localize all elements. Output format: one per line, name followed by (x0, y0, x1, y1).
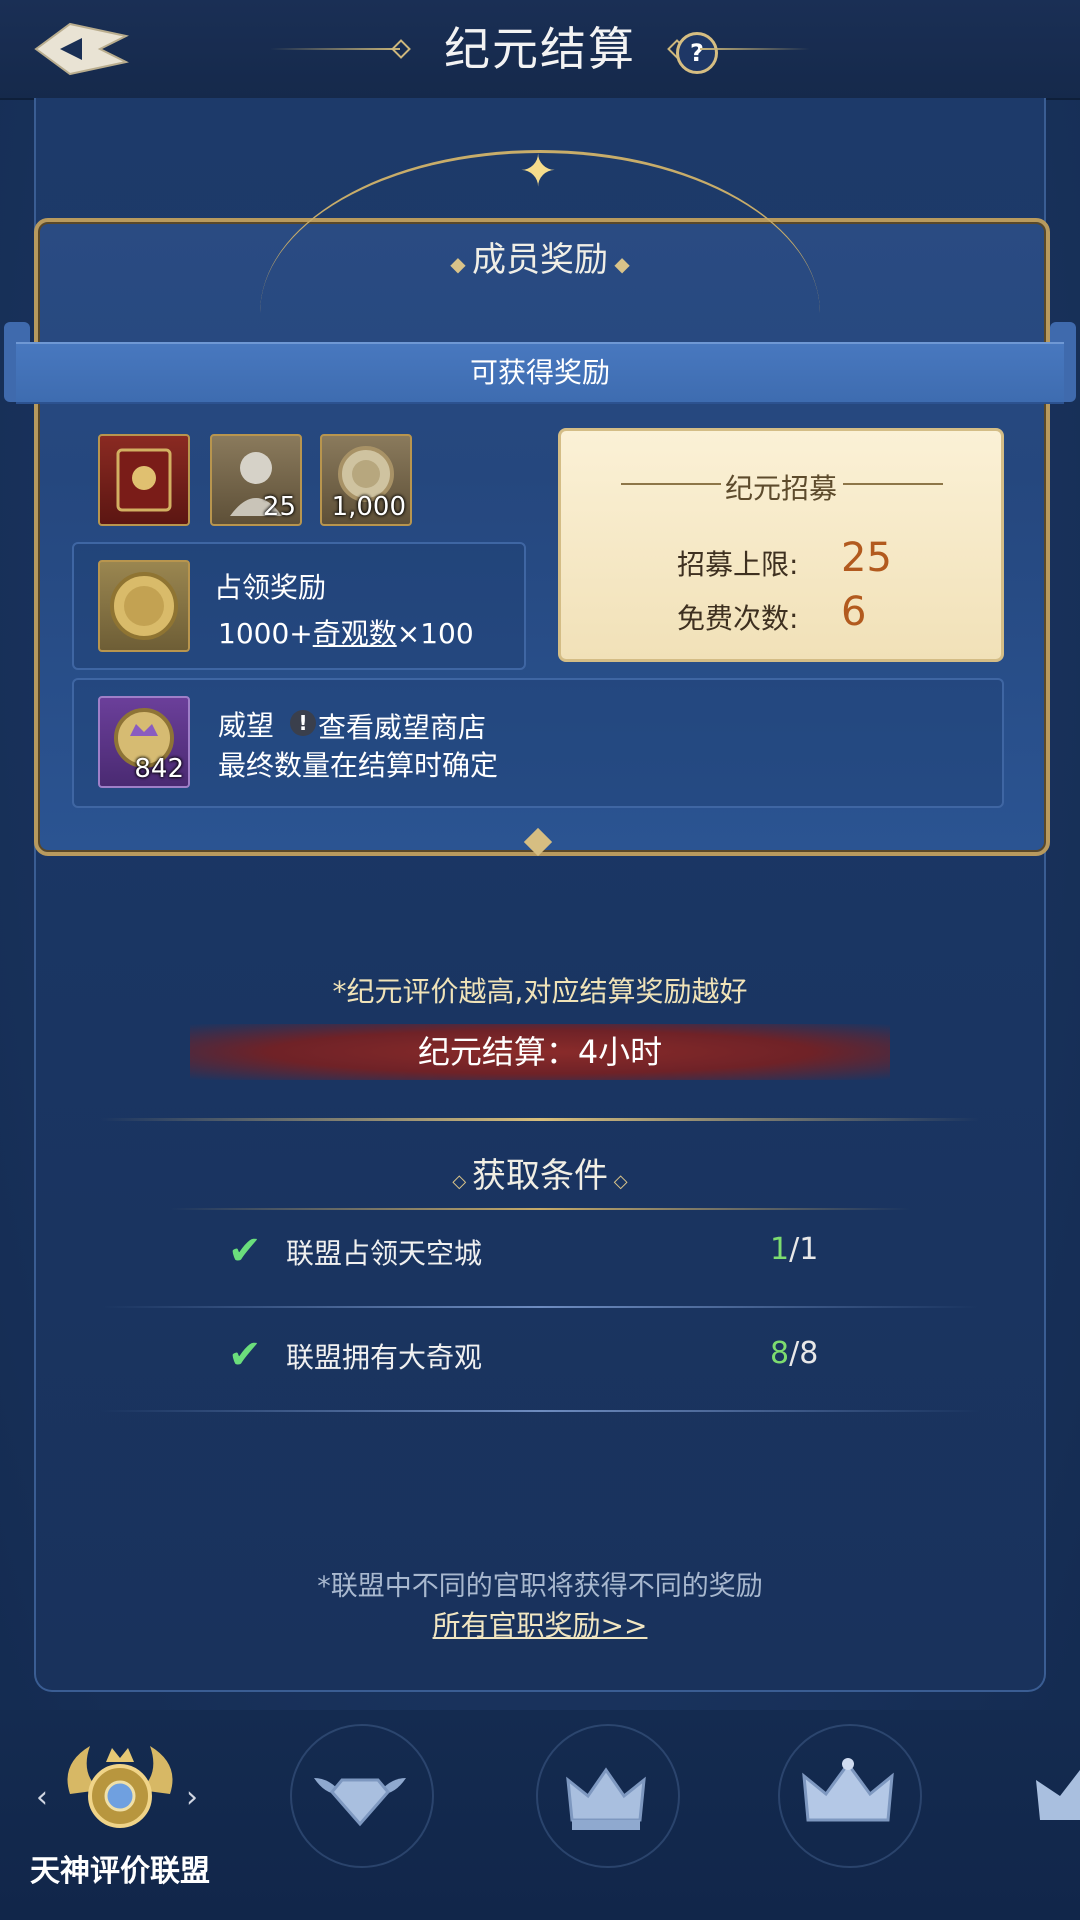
tab-diamond-rating[interactable] (290, 1724, 434, 1868)
row-divider (100, 1410, 980, 1412)
royal-crown-icon (802, 1758, 894, 1822)
occupation-reward-title: 占领奖励 (214, 571, 327, 604)
reward-book-item[interactable] (98, 434, 190, 526)
header-bar: 纪元结算 ? (0, 0, 1080, 100)
book-icon (116, 448, 172, 512)
crown-icon (1036, 1770, 1080, 1820)
star-ornament-icon: ✦ (519, 146, 557, 197)
available-rewards-ribbon: 可获得奖励 (16, 342, 1064, 404)
item-count: 842 (134, 754, 184, 784)
prestige-item[interactable]: 842 (98, 696, 190, 788)
checkmark-icon: ✔ (228, 1332, 262, 1378)
condition-label: 联盟占领天空城 (286, 1237, 483, 1270)
conditions-divider (170, 1208, 910, 1210)
checkmark-icon: ✔ (228, 1228, 262, 1274)
occupation-reward-formula: 1000+奇观数×100 (218, 617, 474, 650)
section-divider (100, 1118, 980, 1121)
recruit-limit-label: 招募上限: (677, 548, 799, 581)
item-count: 25 (262, 492, 296, 522)
gold-medal-icon (110, 572, 178, 640)
tab-crown-rating[interactable] (536, 1724, 680, 1868)
condition-progress: 1/1 (770, 1232, 819, 1267)
prestige-title: 威望 (218, 709, 275, 742)
era-recruit-title: 纪元招募 (724, 472, 837, 505)
evaluation-hint: *纪元评价越高,对应结算奖励越好 (332, 975, 748, 1008)
page-title: 纪元结算 (444, 22, 636, 76)
info-icon[interactable]: ! (290, 710, 316, 736)
tab-next-rating[interactable] (1020, 1724, 1080, 1864)
era-recruit-card: 纪元招募 招募上限: 25 免费次数: 6 (558, 428, 1004, 662)
row-divider (100, 1306, 980, 1308)
title-divider-right (700, 48, 810, 50)
conditions-title: ◇ 获取条件 ◇ (452, 1156, 628, 1196)
tab-royal-crown-rating[interactable] (778, 1724, 922, 1868)
item-count: 1,000 (331, 492, 406, 522)
recruit-limit-value: 25 (841, 535, 892, 581)
all-rank-rewards-link[interactable]: 所有官职奖励>> (0, 1604, 1080, 1644)
condition-row: ✔ 联盟占领天空城 1/1 (0, 1224, 1080, 1284)
rank-reward-note: *联盟中不同的官职将获得不同的奖励 (317, 1571, 763, 1602)
condition-progress: 8/8 (770, 1336, 819, 1371)
occupation-reward-item[interactable] (98, 560, 190, 652)
winged-diamond-icon (314, 1778, 406, 1827)
prev-arrow-icon[interactable]: ‹ (36, 1780, 48, 1815)
prestige-shop-link[interactable]: 查看威望商店 (318, 706, 486, 746)
condition-row: ✔ 联盟拥有大奇观 8/8 (0, 1328, 1080, 1388)
help-button[interactable]: ? (676, 32, 718, 74)
reward-bust-item[interactable]: 25 (210, 434, 302, 526)
member-reward-title: ◆ 成员奖励 ◆ (450, 240, 630, 280)
crown-icon (566, 1767, 646, 1830)
divine-emblem-icon (67, 1746, 173, 1828)
prestige-note: 最终数量在结算时确定 (218, 749, 499, 782)
recruit-divider-right (843, 483, 943, 485)
wonder-count-link[interactable]: 奇观数 (313, 617, 397, 650)
tab-divine-rating[interactable] (50, 1724, 190, 1864)
next-arrow-icon[interactable]: › (186, 1780, 198, 1815)
active-tab-label: 天神评价联盟 (30, 1854, 210, 1889)
free-count-value: 6 (841, 589, 867, 635)
reward-coin-item[interactable]: 1,000 (320, 434, 412, 526)
settlement-timer: 纪元结算：4小时 (190, 1024, 890, 1080)
condition-label: 联盟拥有大奇观 (286, 1341, 483, 1374)
free-count-label: 免费次数: (677, 602, 799, 635)
prestige-row (72, 678, 1004, 808)
